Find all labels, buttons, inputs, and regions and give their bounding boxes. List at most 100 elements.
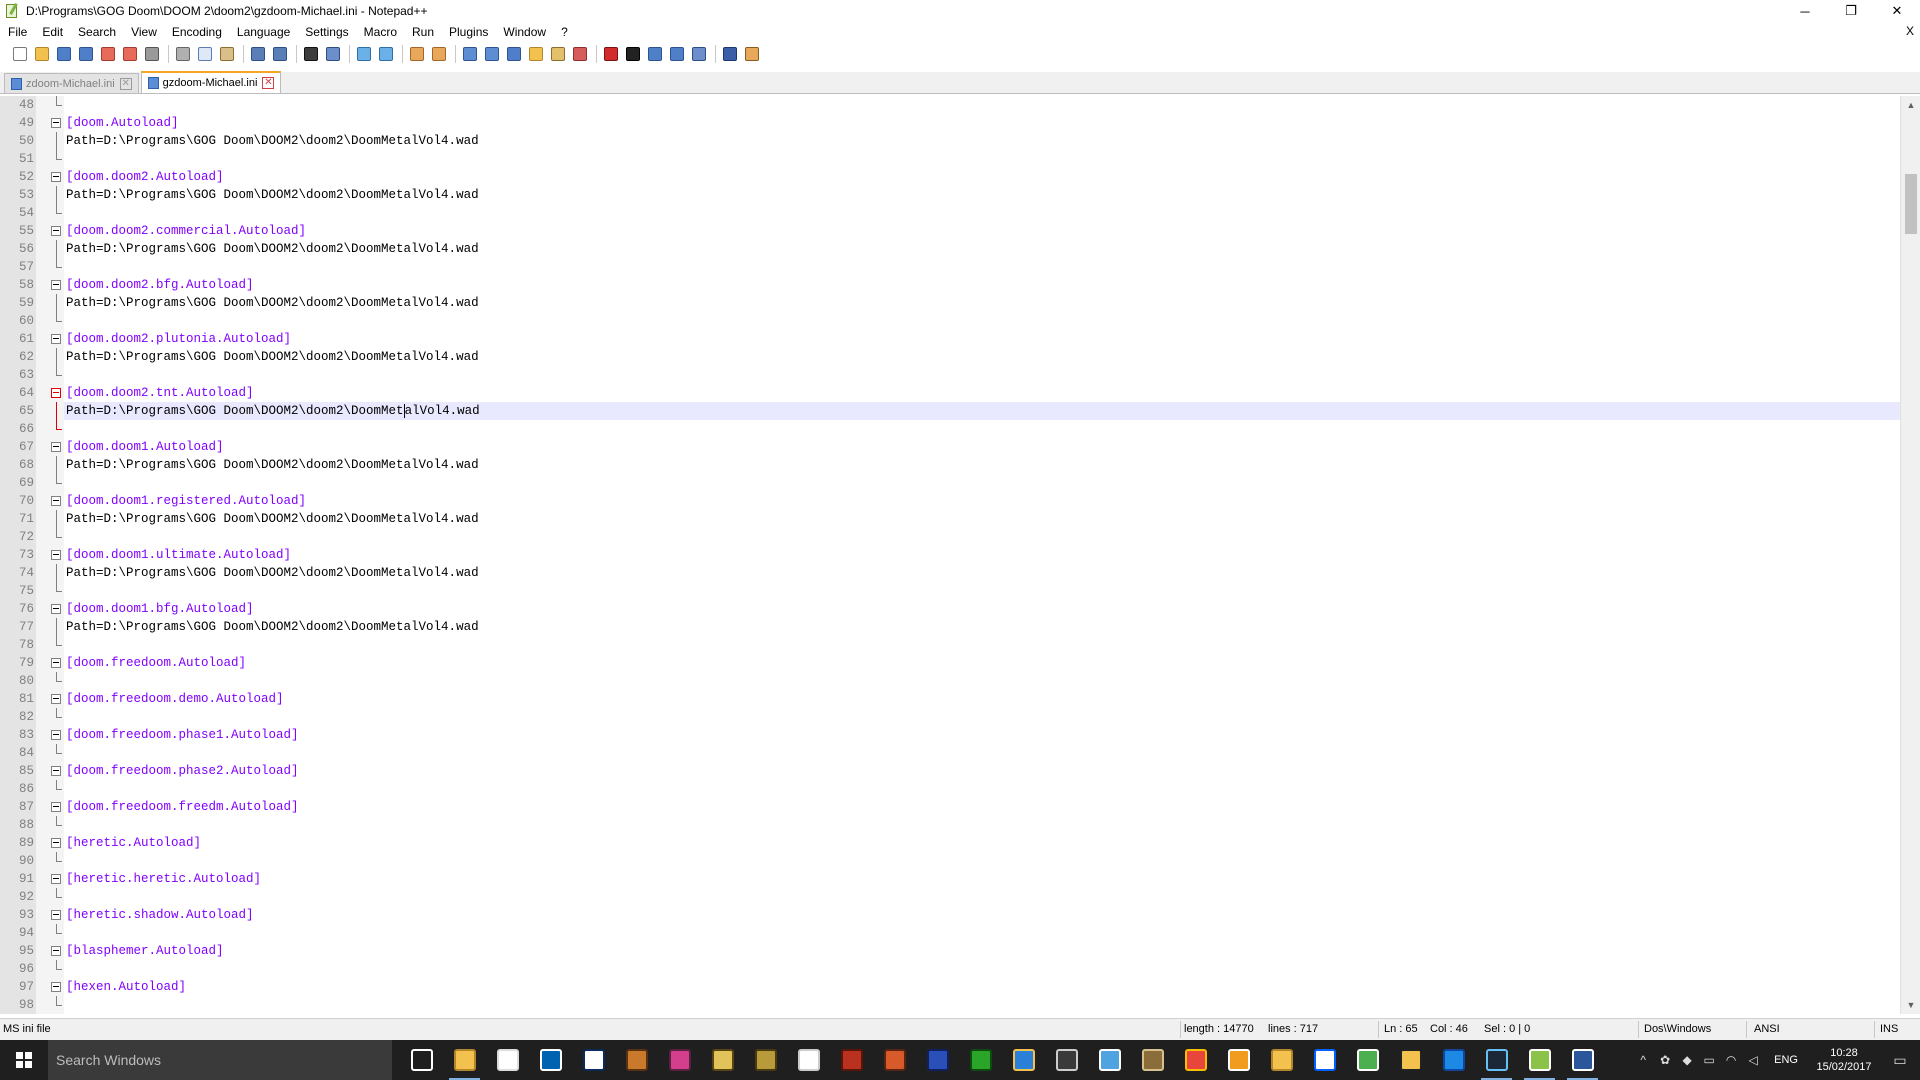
tray-app-icon[interactable]: ✿: [1654, 1053, 1676, 1067]
line-text[interactable]: Path=D:\Programs\GOG Doom\DOOM2\doom2\Do…: [66, 348, 479, 366]
blank-line[interactable]: 69: [0, 474, 1900, 492]
game-icon-1[interactable]: [615, 1040, 658, 1080]
blank-line[interactable]: 51: [0, 150, 1900, 168]
indent-guide-button[interactable]: [504, 44, 524, 64]
cut-button[interactable]: [173, 44, 193, 64]
menu-plugins[interactable]: Plugins: [441, 22, 495, 42]
game-icon-6[interactable]: [873, 1040, 916, 1080]
fold-margin[interactable]: [36, 348, 64, 366]
fold-margin[interactable]: [36, 240, 64, 258]
fold-toggle-icon[interactable]: [51, 874, 61, 884]
fold-margin[interactable]: [36, 132, 64, 150]
line-text[interactable]: Path=D:\Programs\GOG Doom\DOOM2\doom2\Do…: [66, 402, 480, 420]
zoom-in-button[interactable]: [354, 44, 374, 64]
ini-key-value-line[interactable]: 68 Path=D:\Programs\GOG Doom\DOOM2\doom2\…: [0, 456, 1900, 474]
menu-file[interactable]: File: [0, 22, 34, 42]
blank-line[interactable]: 60: [0, 312, 1900, 330]
store-taskbar-button[interactable]: [486, 1040, 529, 1080]
ini-section-line[interactable]: 97 [hexen.Autoload]: [0, 978, 1900, 996]
chrome-taskbar-button[interactable]: [1174, 1040, 1217, 1080]
ini-section-line[interactable]: 52 [doom.doom2.Autoload]: [0, 168, 1900, 186]
fold-toggle-icon[interactable]: [51, 730, 61, 740]
menu-language[interactable]: Language: [229, 22, 297, 42]
fold-toggle-icon[interactable]: [51, 280, 61, 290]
fold-toggle-icon[interactable]: [51, 604, 61, 614]
ini-key-value-line[interactable]: 62 Path=D:\Programs\GOG Doom\DOOM2\doom2\…: [0, 348, 1900, 366]
menu-search[interactable]: Search: [70, 22, 123, 42]
line-text[interactable]: [doom.doom1.bfg.Autoload]: [66, 600, 254, 618]
fold-toggle-icon[interactable]: [51, 334, 61, 344]
norton-taskbar-button[interactable]: [1389, 1040, 1432, 1080]
menu-window[interactable]: Window: [495, 22, 553, 42]
sync-horizontal-button[interactable]: [429, 44, 449, 64]
line-text[interactable]: Path=D:\Programs\GOG Doom\DOOM2\doom2\Do…: [66, 132, 479, 150]
line-text[interactable]: [doom.doom1.registered.Autoload]: [66, 492, 306, 510]
vertical-scrollbar[interactable]: ▲ ▼: [1900, 96, 1920, 1014]
ini-section-line[interactable]: 79 [doom.freedoom.Autoload]: [0, 654, 1900, 672]
fold-toggle-icon[interactable]: [51, 118, 61, 128]
line-text[interactable]: [heretic.heretic.Autoload]: [66, 870, 261, 888]
maximize-restore-button[interactable]: ❐: [1828, 0, 1874, 22]
blank-line[interactable]: 75: [0, 582, 1900, 600]
ini-key-value-line[interactable]: 53 Path=D:\Programs\GOG Doom\DOOM2\doom2\…: [0, 186, 1900, 204]
line-text[interactable]: [doom.freedoom.demo.Autoload]: [66, 690, 284, 708]
line-text[interactable]: [doom.freedoom.Autoload]: [66, 654, 246, 672]
tab-zdoom-michael-ini[interactable]: zdoom-Michael.ini ✕: [4, 73, 139, 93]
ini-section-line[interactable]: 55 [doom.doom2.commercial.Autoload]: [0, 222, 1900, 240]
word-taskbar-button[interactable]: [1561, 1040, 1604, 1080]
line-text[interactable]: [doom.doom2.commercial.Autoload]: [66, 222, 306, 240]
ini-section-line[interactable]: 70 [doom.doom1.registered.Autoload]: [0, 492, 1900, 510]
game-icon-7[interactable]: [916, 1040, 959, 1080]
volume-icon[interactable]: ◁: [1742, 1053, 1764, 1067]
line-text[interactable]: Path=D:\Programs\GOG Doom\DOOM2\doom2\Do…: [66, 186, 479, 204]
blank-line[interactable]: 88: [0, 816, 1900, 834]
ini-key-value-line[interactable]: 50 Path=D:\Programs\GOG Doom\DOOM2\doom2\…: [0, 132, 1900, 150]
status-encoding[interactable]: ANSI: [1754, 1023, 1780, 1035]
outlook-taskbar-button[interactable]: [1217, 1040, 1260, 1080]
ini-section-line[interactable]: 67 [doom.doom1.Autoload]: [0, 438, 1900, 456]
line-text[interactable]: Path=D:\Programs\GOG Doom\DOOM2\doom2\Do…: [66, 510, 479, 528]
line-text[interactable]: [doom.doom2.plutonia.Autoload]: [66, 330, 291, 348]
calculator-taskbar-button[interactable]: [529, 1040, 572, 1080]
notepad-plus-plus-taskbar-button[interactable]: [1518, 1040, 1561, 1080]
document-map-button[interactable]: [526, 44, 546, 64]
word-wrap-button[interactable]: [460, 44, 480, 64]
fold-toggle-icon[interactable]: [51, 910, 61, 920]
task-view-taskbar-button[interactable]: [400, 1040, 443, 1080]
steam-taskbar-button[interactable]: [1475, 1040, 1518, 1080]
green-app-taskbar-button[interactable]: [1346, 1040, 1389, 1080]
ini-section-line[interactable]: 91 [heretic.heretic.Autoload]: [0, 870, 1900, 888]
ini-key-value-line[interactable]: 65 Path=D:\Programs\GOG Doom\DOOM2\doom2\…: [0, 402, 1900, 420]
blank-line[interactable]: 82: [0, 708, 1900, 726]
record-macro-button[interactable]: [601, 44, 621, 64]
close-tab-icon[interactable]: ✕: [119, 77, 132, 90]
line-text[interactable]: [doom.freedoom.phase1.Autoload]: [66, 726, 299, 744]
fold-toggle-icon[interactable]: [51, 982, 61, 992]
line-text[interactable]: Path=D:\Programs\GOG Doom\DOOM2\doom2\Do…: [66, 240, 479, 258]
ini-section-line[interactable]: 81 [doom.freedoom.demo.Autoload]: [0, 690, 1900, 708]
status-insert-mode[interactable]: INS: [1880, 1023, 1898, 1035]
battery-icon[interactable]: ▭: [1698, 1053, 1720, 1067]
ini-section-line[interactable]: 61 [doom.doom2.plutonia.Autoload]: [0, 330, 1900, 348]
show-all-characters-button[interactable]: [482, 44, 502, 64]
fold-toggle-icon[interactable]: [51, 550, 61, 560]
line-text[interactable]: [heretic.shadow.Autoload]: [66, 906, 254, 924]
ini-key-value-line[interactable]: 77 Path=D:\Programs\GOG Doom\DOOM2\doom2\…: [0, 618, 1900, 636]
line-text[interactable]: Path=D:\Programs\GOG Doom\DOOM2\doom2\Do…: [66, 618, 479, 636]
run-macro-multiple-button[interactable]: [667, 44, 687, 64]
dropbox-taskbar-button[interactable]: [1303, 1040, 1346, 1080]
close-button[interactable]: [98, 44, 118, 64]
ini-key-value-line[interactable]: 56 Path=D:\Programs\GOG Doom\DOOM2\doom2\…: [0, 240, 1900, 258]
ini-section-line[interactable]: 93 [heretic.shadow.Autoload]: [0, 906, 1900, 924]
blank-line[interactable]: 63: [0, 366, 1900, 384]
fold-margin[interactable]: [36, 456, 64, 474]
fold-toggle-icon[interactable]: [51, 496, 61, 506]
plugin-button[interactable]: [742, 44, 762, 64]
game-icon-2[interactable]: [658, 1040, 701, 1080]
fold-toggle-icon[interactable]: [51, 658, 61, 668]
line-text[interactable]: [doom.doom2.tnt.Autoload]: [66, 384, 254, 402]
remote-desktop-taskbar-button[interactable]: [1088, 1040, 1131, 1080]
ini-section-line[interactable]: 87 [doom.freedoom.freedm.Autoload]: [0, 798, 1900, 816]
save-macro-button[interactable]: [689, 44, 709, 64]
blank-line[interactable]: 48: [0, 96, 1900, 114]
